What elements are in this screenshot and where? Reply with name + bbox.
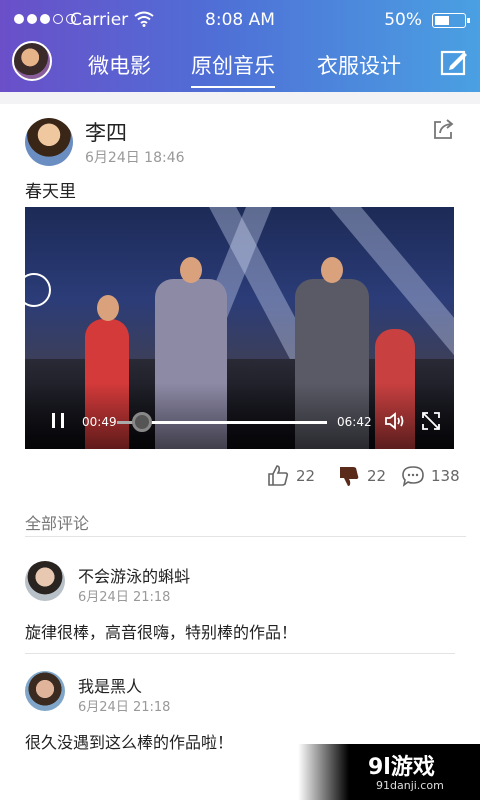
tab-original-music[interactable]: 原创音乐	[191, 50, 275, 88]
divider	[25, 536, 466, 537]
progress-knob[interactable]	[132, 412, 153, 432]
comment-text: 旋律很棒，高音很嗨，特别棒的作品！	[25, 623, 298, 642]
progress-track[interactable]	[117, 412, 327, 432]
divider	[25, 653, 455, 654]
comment-bubble-icon	[402, 466, 424, 487]
dislike-button[interactable]: 22	[337, 464, 386, 488]
fullscreen-icon[interactable]	[421, 411, 441, 431]
all-comments-label: 全部评论	[25, 514, 90, 533]
thumbs-down-icon	[340, 467, 359, 486]
commenter-name[interactable]: 不会游泳的蝌蚪	[78, 563, 190, 587]
comment-count: 138	[431, 467, 460, 485]
battery-icon	[432, 13, 470, 28]
watermark-brand: 9l游戏	[368, 755, 435, 780]
video-controls: 00:49 06:42	[25, 383, 454, 449]
tab-clothing-design[interactable]: 衣服设计	[317, 50, 401, 80]
share-icon[interactable]	[432, 118, 454, 140]
comment-button[interactable]: 138	[401, 464, 460, 488]
watermark-domain: 91danji.com	[376, 779, 444, 792]
duration: 06:42	[337, 415, 372, 429]
commenter-name[interactable]: 我是黑人	[78, 673, 142, 697]
post-title: 春天里	[25, 182, 76, 202]
commenter-avatar[interactable]	[25, 671, 65, 711]
post-card: 李四 6月24日 18:46 春天里 00:49 06:42 22 22 138…	[0, 104, 480, 800]
pause-icon[interactable]	[52, 413, 64, 428]
post-time: 6月24日 18:46	[85, 150, 185, 166]
indicator-ring	[25, 273, 51, 307]
current-time: 00:49	[82, 415, 117, 429]
like-count: 22	[296, 467, 316, 485]
dislike-count: 22	[367, 467, 387, 485]
tab-micro-film[interactable]: 微电影	[88, 50, 151, 80]
user-avatar[interactable]	[12, 41, 52, 81]
thumbs-up-icon	[268, 465, 289, 486]
dancer-head	[97, 295, 119, 321]
singer-head	[321, 257, 343, 283]
author-name[interactable]: 李四	[85, 117, 127, 147]
site-watermark: 9l游戏 91danji.com	[298, 744, 480, 800]
volume-icon[interactable]	[384, 411, 406, 431]
like-button[interactable]: 22	[266, 464, 315, 488]
comment-time: 6月24日 21:18	[78, 590, 171, 605]
comment-time: 6月24日 21:18	[78, 700, 171, 715]
edit-icon[interactable]	[440, 48, 468, 76]
video-player[interactable]: 00:49 06:42	[25, 207, 454, 449]
battery-percent: 50%	[384, 10, 422, 30]
commenter-avatar[interactable]	[25, 561, 65, 601]
status-bar: Carrier 8:08 AM 50%	[0, 0, 480, 40]
author-avatar[interactable]	[25, 118, 73, 166]
singer-head	[180, 257, 202, 283]
app-header: Carrier 8:08 AM 50% 微电影 原创音乐 衣服设计	[0, 0, 480, 92]
comment-text: 很久没遇到这么棒的作品啦！	[25, 733, 234, 752]
